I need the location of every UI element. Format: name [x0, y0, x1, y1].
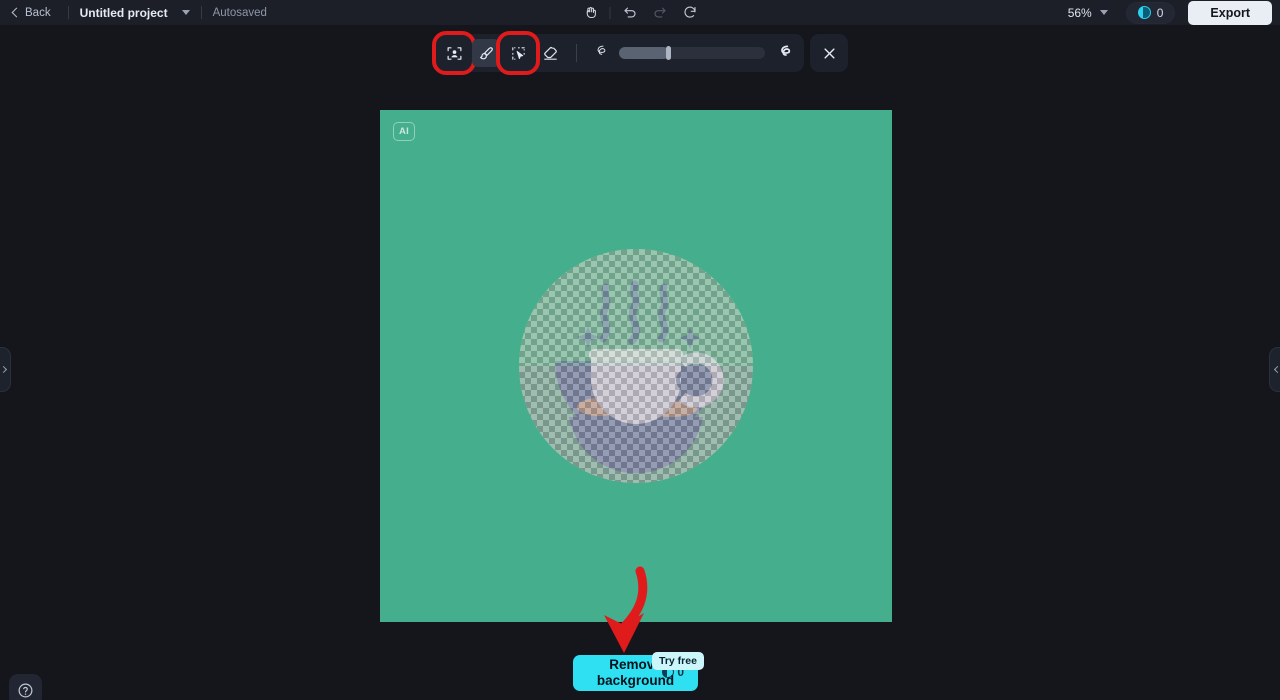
- ai-badge: AI: [393, 122, 415, 141]
- red-down-arrow-annotation: [604, 566, 648, 653]
- divider: [67, 6, 69, 19]
- credits-count: 0: [1156, 5, 1164, 20]
- magic-select-tool-button[interactable]: [496, 31, 540, 75]
- editor-stage: AI Remove background 0 Try free: [0, 25, 1280, 700]
- chevron-left-icon: [1273, 365, 1280, 374]
- person-in-frame-icon: [447, 46, 461, 60]
- brush-size-slider-fill: [619, 47, 669, 59]
- help-button[interactable]: [9, 674, 42, 700]
- zoom-level-value: 56%: [1067, 5, 1092, 20]
- select-subject-tool-button[interactable]: [432, 31, 476, 75]
- mask-upper-region: [519, 249, 753, 366]
- try-free-badge: Try free: [652, 652, 704, 670]
- brush-size-slider-handle[interactable]: [665, 46, 671, 60]
- credit-coin-icon: [1137, 6, 1151, 19]
- chevron-down-icon: [1099, 10, 1108, 15]
- brush-size-control: [589, 43, 796, 64]
- top-bar-history-tools: [576, 0, 705, 25]
- redo-button[interactable]: [645, 2, 675, 24]
- image-canvas[interactable]: AI: [380, 110, 892, 622]
- cursor-selection-icon: [511, 46, 525, 60]
- back-button-label: Back: [25, 6, 51, 19]
- back-button[interactable]: Back: [7, 5, 57, 21]
- undo-button[interactable]: [615, 2, 645, 24]
- left-panel-toggle[interactable]: [0, 347, 11, 392]
- close-x-icon: [823, 47, 835, 59]
- top-bar: Back Untitled project Autosaved 56% 0 Ex…: [0, 0, 1280, 25]
- divider: [200, 6, 202, 19]
- eraser-icon: [543, 46, 557, 60]
- selection-mask-checkerboard: [519, 249, 753, 483]
- project-title[interactable]: Untitled project: [80, 6, 168, 20]
- chevron-left-icon: [11, 7, 22, 18]
- credits-badge[interactable]: 0: [1125, 1, 1176, 24]
- eraser-tool-button[interactable]: [536, 39, 564, 67]
- paintbrush-icon: [479, 46, 493, 59]
- artwork-coffee-cup: [519, 249, 753, 483]
- top-bar-right-group: 56% 0 Export: [1062, 0, 1272, 25]
- large-stroke-icon: [776, 43, 792, 64]
- export-button[interactable]: Export: [1188, 0, 1272, 25]
- small-stroke-icon: [593, 43, 608, 63]
- close-toolbar-button[interactable]: [810, 34, 848, 72]
- question-mark-icon: [18, 683, 33, 698]
- zoom-selector[interactable]: 56%: [1062, 6, 1114, 20]
- tool-group: [432, 31, 804, 75]
- divider: [576, 44, 577, 62]
- chevron-right-icon: [0, 365, 7, 374]
- brush-size-slider[interactable]: [619, 46, 765, 60]
- right-panel-toggle[interactable]: [1269, 347, 1280, 392]
- project-menu-chevron-down-icon[interactable]: [181, 10, 190, 15]
- hand-tool-button[interactable]: [576, 2, 606, 24]
- autosave-status: Autosaved: [212, 6, 267, 19]
- divider: [609, 6, 611, 19]
- editing-toolbar: [432, 31, 848, 75]
- reset-button[interactable]: [675, 2, 705, 24]
- top-bar-left-group: Back Untitled project Autosaved: [0, 0, 267, 25]
- mask-lower-region: [519, 366, 753, 483]
- brush-tool-button[interactable]: [472, 39, 500, 67]
